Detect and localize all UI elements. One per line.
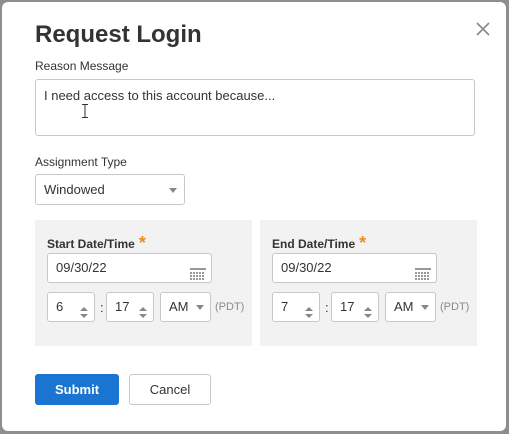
time-separator: : — [100, 300, 104, 315]
start-datetime-label: Start Date/Time * — [47, 232, 146, 253]
end-hour-value: 7 — [281, 299, 289, 314]
calendar-icon[interactable] — [190, 262, 206, 280]
stepper-arrows-icon[interactable] — [80, 301, 88, 318]
end-ampm-value: AM — [394, 299, 414, 314]
stepper-arrows-icon[interactable] — [305, 301, 313, 318]
end-datetime-label: End Date/Time * — [272, 232, 366, 253]
assignment-type-select[interactable]: Windowed — [35, 174, 185, 205]
start-datetime-panel: Start Date/Time * 09/30/22 6 : 17 AM (PD… — [35, 220, 252, 346]
assignment-type-value: Windowed — [44, 182, 105, 197]
close-icon[interactable] — [474, 20, 492, 38]
start-minute-value: 17 — [115, 299, 130, 314]
required-asterisk: * — [359, 233, 367, 253]
start-ampm-value: AM — [169, 299, 189, 314]
start-minute-stepper[interactable]: 17 — [106, 292, 154, 322]
start-hour-value: 6 — [56, 299, 64, 314]
end-date-value: 09/30/22 — [281, 260, 332, 275]
required-asterisk: * — [138, 233, 146, 253]
end-date-input[interactable]: 09/30/22 — [272, 253, 437, 283]
start-ampm-select[interactable]: AM — [160, 292, 211, 322]
start-datetime-label-text: Start Date/Time — [47, 237, 135, 251]
text-cursor-icon — [82, 104, 88, 118]
cancel-button[interactable]: Cancel — [129, 374, 211, 405]
end-minute-stepper[interactable]: 17 — [331, 292, 379, 322]
end-ampm-select[interactable]: AM — [385, 292, 436, 322]
chevron-down-icon — [169, 188, 177, 193]
calendar-icon[interactable] — [415, 262, 431, 280]
end-timezone: (PDT) — [440, 301, 470, 313]
end-minute-value: 17 — [340, 299, 355, 314]
request-login-dialog: Request Login Reason Message I need acce… — [2, 2, 506, 431]
time-separator: : — [325, 300, 329, 315]
assignment-type-label: Assignment Type — [35, 155, 127, 169]
reason-message-input[interactable]: I need access to this account because... — [35, 79, 475, 136]
start-date-value: 09/30/22 — [56, 260, 107, 275]
start-date-input[interactable]: 09/30/22 — [47, 253, 212, 283]
stepper-arrows-icon[interactable] — [364, 301, 372, 318]
end-datetime-label-text: End Date/Time — [272, 237, 356, 251]
end-hour-stepper[interactable]: 7 — [272, 292, 320, 322]
start-hour-stepper[interactable]: 6 — [47, 292, 95, 322]
reason-label: Reason Message — [35, 59, 129, 73]
stepper-arrows-icon[interactable] — [139, 301, 147, 318]
end-datetime-panel: End Date/Time * 09/30/22 7 : 17 AM (PDT) — [260, 220, 477, 346]
chevron-down-icon — [421, 305, 429, 310]
dialog-title: Request Login — [35, 21, 202, 48]
start-timezone: (PDT) — [215, 301, 245, 313]
chevron-down-icon — [196, 305, 204, 310]
submit-button[interactable]: Submit — [35, 374, 119, 405]
